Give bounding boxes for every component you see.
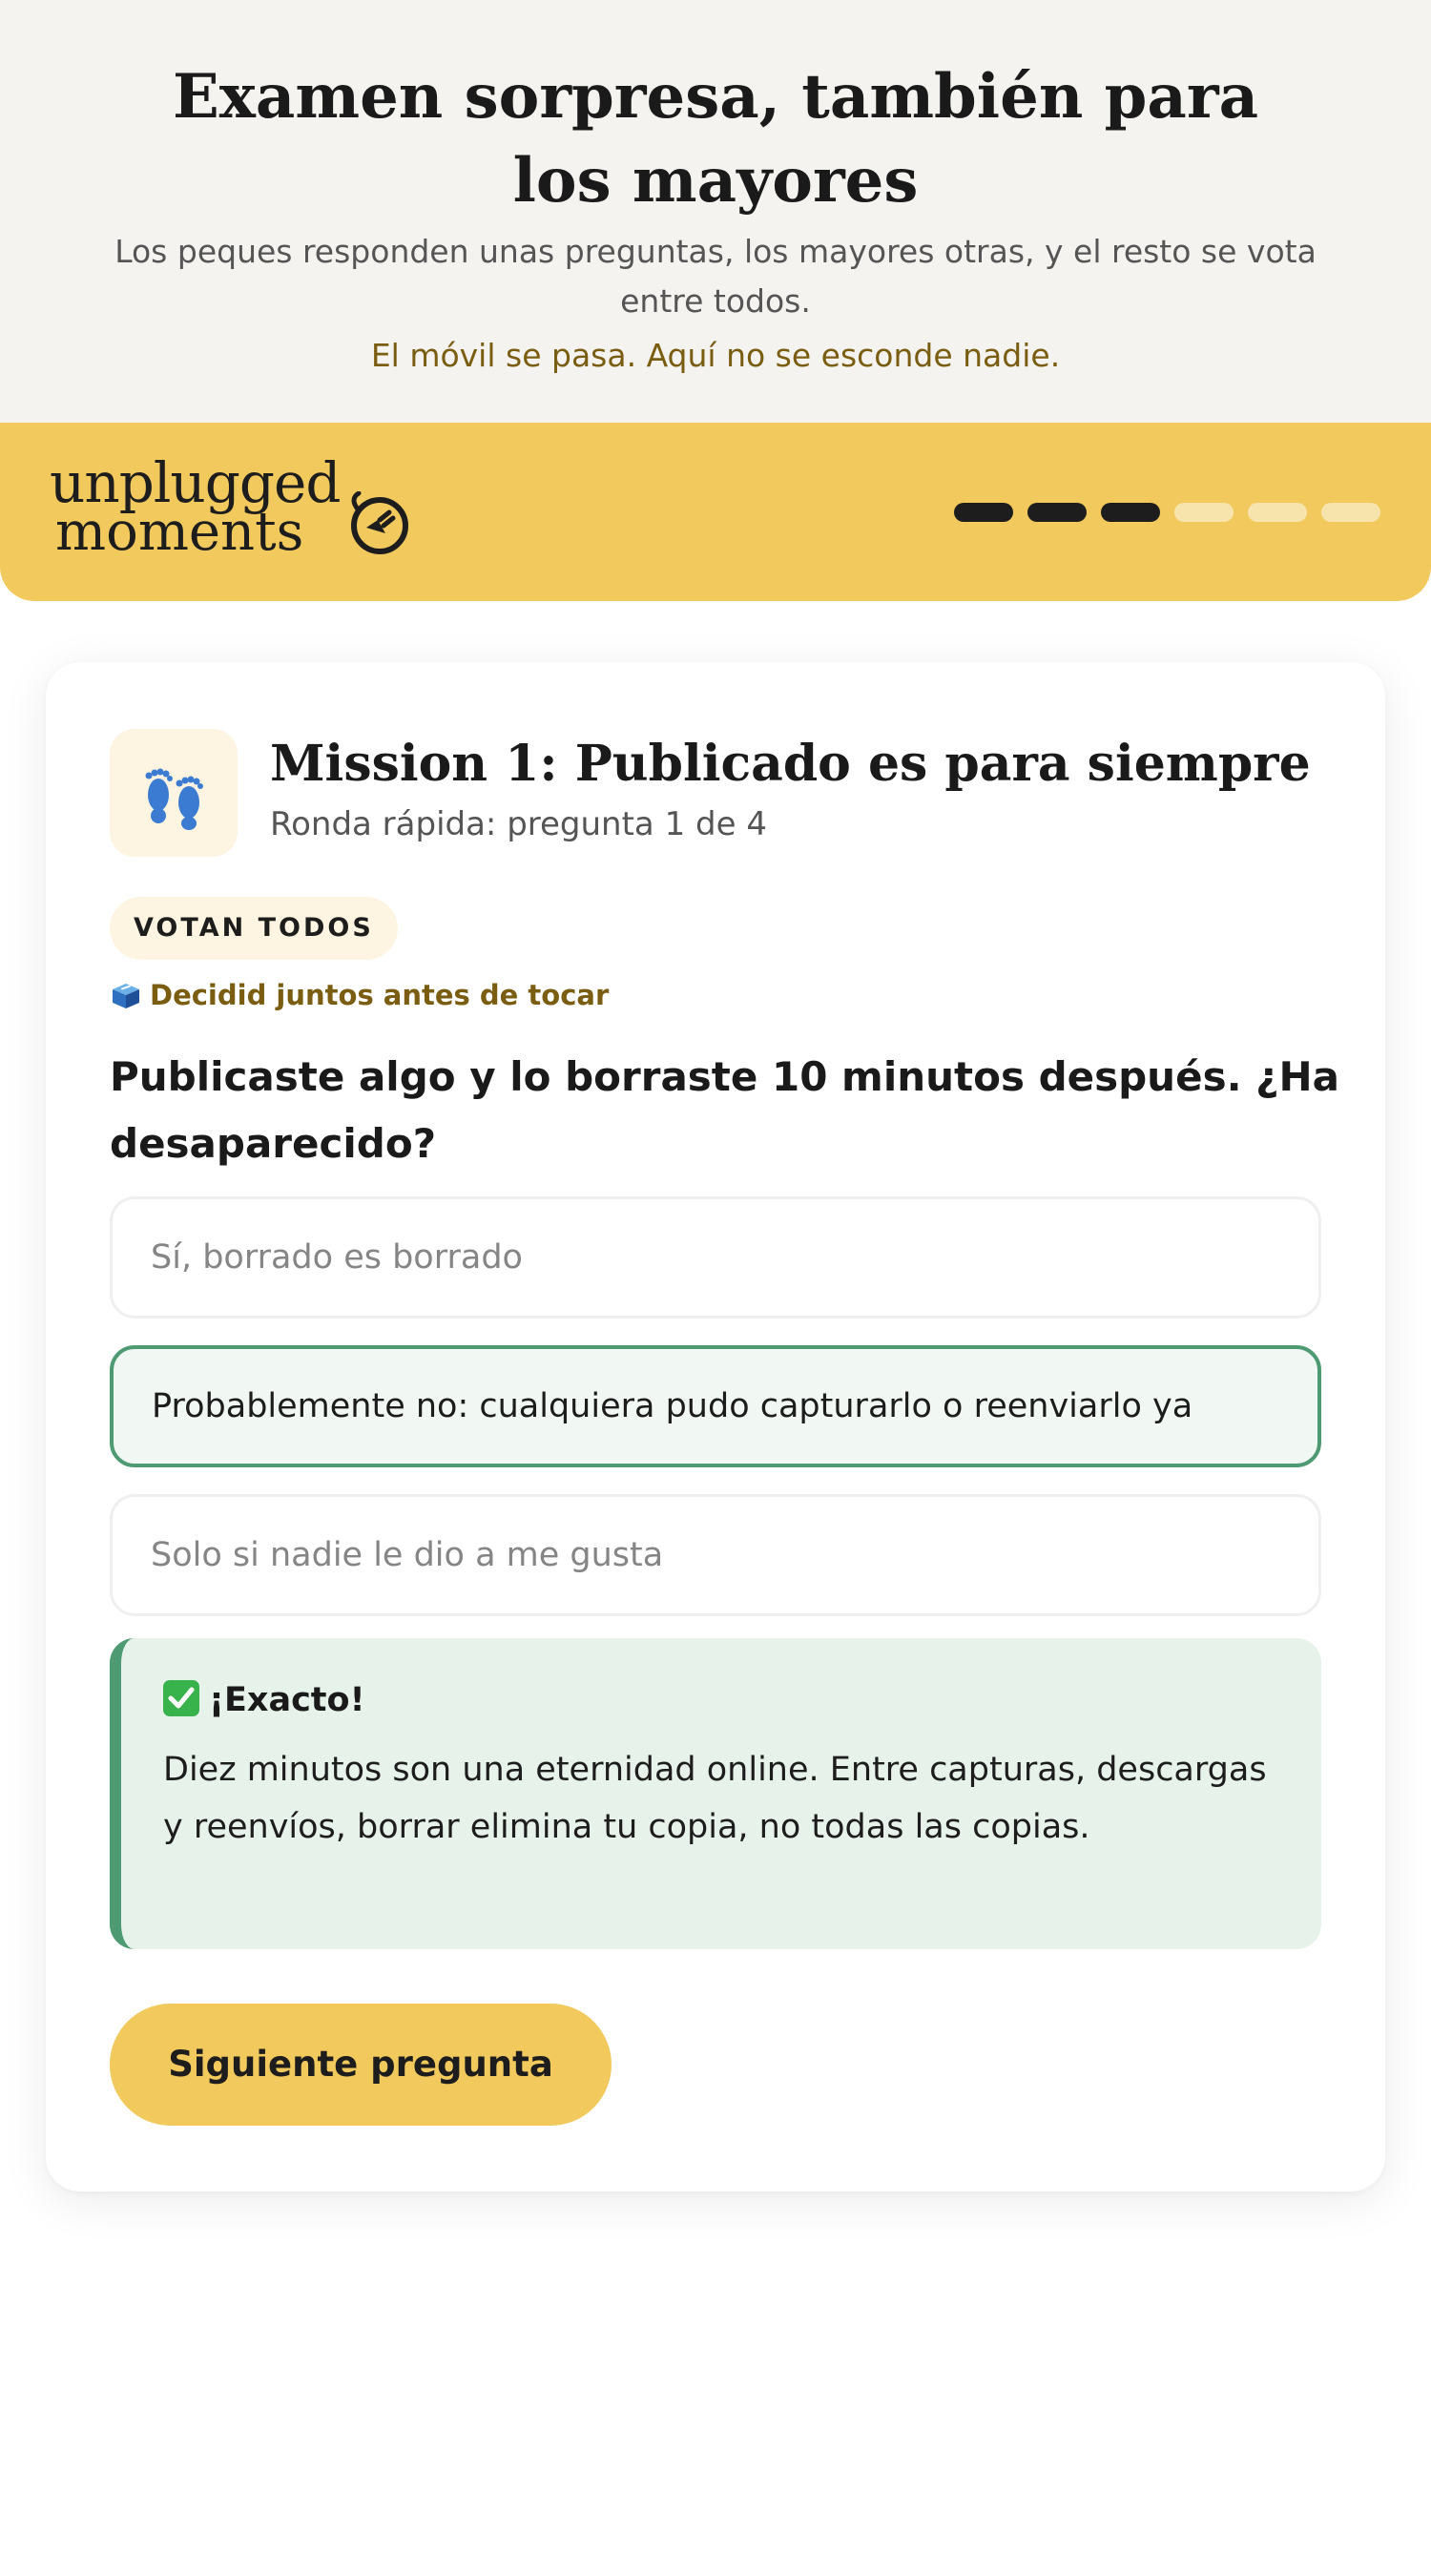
footprints-icon	[145, 768, 203, 830]
ballot-box-icon	[113, 984, 139, 1008]
mission-card: Mission 1: Publicado es para siempre Ron…	[46, 662, 1385, 2192]
answer-option-3[interactable]: Solo si nadie le dio a me gusta	[110, 1494, 1321, 1616]
plug-icon	[351, 491, 408, 554]
hint-text: Decidid juntos antes de tocar	[150, 979, 610, 1011]
brand-bar: unplugged moments	[0, 423, 1431, 601]
feedback-title-text: ¡Exacto!	[209, 1681, 365, 1719]
page-note: El móvil se pasa. Aquí no se esconde nad…	[370, 337, 1061, 374]
page-subtitle: Los peques responden unas preguntas, los…	[114, 233, 1317, 320]
instruction-hint: Decidid juntos antes de tocar	[110, 973, 609, 1017]
unplugged-moments-logo[interactable]: unplugged moments	[50, 453, 412, 572]
mission-icon-tile	[110, 729, 238, 857]
feedback-panel: ¡Exacto! Diez minutos son una eternidad …	[110, 1638, 1321, 1949]
progress-step-3	[1101, 503, 1160, 522]
progress-step-5	[1248, 503, 1307, 522]
answer-option-2-correct[interactable]: Probablemente no: cualquiera pudo captur…	[110, 1345, 1321, 1467]
feedback-body: Diez minutos son una eternidad online. E…	[163, 1751, 1267, 1846]
check-mark-icon	[163, 1680, 199, 1716]
mission-title: Mission 1: Publicado es para siempre	[270, 735, 1311, 793]
progress-step-2	[1027, 503, 1087, 522]
audience-badge: VOTAN TODOS	[110, 897, 398, 960]
feedback-title: ¡Exacto!	[163, 1674, 365, 1726]
question-text: Publicaste algo y lo borraste 10 minutos…	[110, 1053, 1339, 1167]
progress-step-4	[1174, 503, 1234, 522]
question-counter: Ronda rápida: pregunta 1 de 4	[270, 805, 767, 843]
logo-text-bottom: moments	[55, 501, 304, 563]
answer-option-1[interactable]: Sí, borrado es borrado	[110, 1196, 1321, 1319]
progress-step-6	[1321, 503, 1380, 522]
next-question-button[interactable]: Siguiente pregunta	[110, 2004, 612, 2126]
progress-indicator	[954, 503, 1380, 524]
page-title: Examen sorpresa, también para los mayore…	[172, 61, 1259, 217]
progress-step-1	[954, 503, 1013, 522]
hero-section: Examen sorpresa, también para los mayore…	[0, 0, 1431, 423]
